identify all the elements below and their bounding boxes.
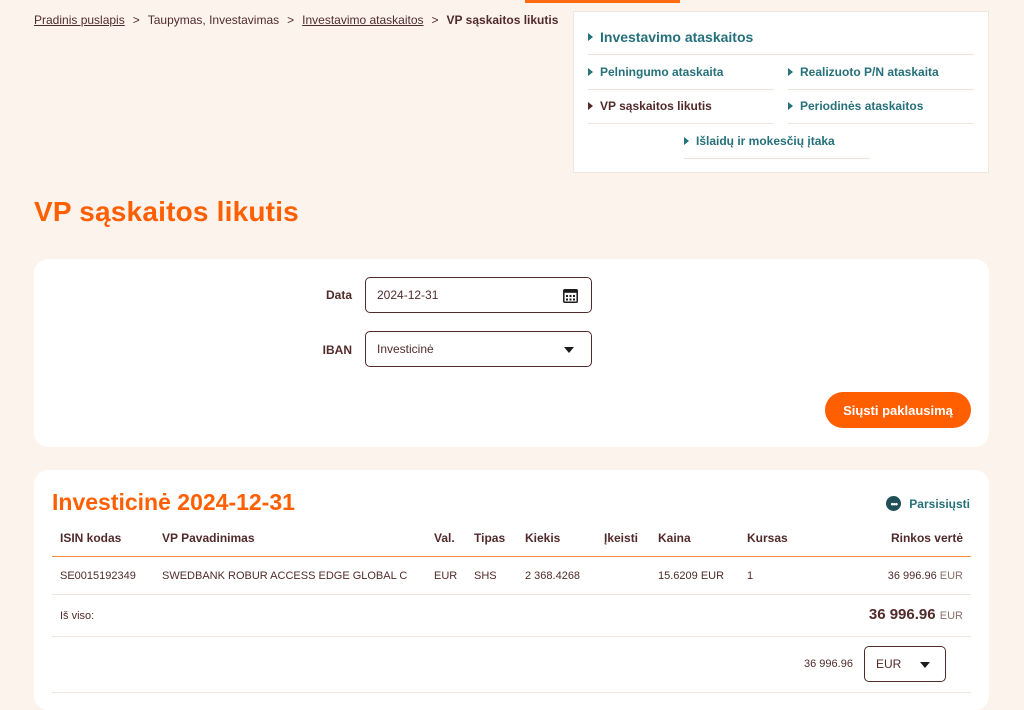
breadcrumb-separator-icon: > — [431, 13, 439, 27]
cell-isin: SE0015192349 — [60, 570, 136, 582]
nav-item-islaidu[interactable]: Išlaidų ir mokesčių įtaka — [684, 134, 835, 148]
download-label: Parsisiųsti — [909, 496, 970, 511]
results-card: Investicinė 2024-12-31 ••• Parsisiųsti I… — [34, 470, 989, 710]
date-value: 2024-12-31 — [377, 288, 439, 302]
table-header-divider — [52, 556, 971, 557]
iban-select[interactable]: Investicinė — [365, 331, 592, 367]
total-value: 36 996.96 EUR — [869, 606, 963, 623]
breadcrumb-separator-icon: > — [132, 13, 140, 27]
breadcrumb-reports-link[interactable]: Investavimo ataskaitos — [302, 13, 423, 27]
nav-item-periodines[interactable]: Periodinės ataskaitos — [788, 99, 923, 113]
breadcrumb-current: VP sąskaitos likutis — [446, 13, 559, 27]
row-divider — [52, 692, 971, 693]
nav-item-label: Periodinės ataskaitos — [800, 99, 924, 113]
nav-item-realizuoto[interactable]: Realizuoto P/N ataskaita — [788, 65, 939, 79]
market-value-amount: 36 996.96 — [887, 570, 937, 582]
row-divider — [52, 594, 971, 595]
date-label: Data — [325, 288, 352, 302]
nav-item-label: VP sąskaitos likutis — [600, 99, 712, 113]
iban-label: IBAN — [322, 343, 352, 357]
cell-name: SWEDBANK ROBUR ACCESS EDGE GLOBAL C — [162, 570, 408, 582]
nav-item-label: Realizuoto P/N ataskaita — [800, 65, 939, 79]
results-title: Investicinė 2024-12-31 — [52, 489, 295, 515]
cell-market-value: 36 996.96 EUR — [888, 570, 963, 582]
nav-heading-investavimo-ataskaitos[interactable]: Investavimo ataskaitos — [588, 29, 753, 45]
breadcrumb: Pradinis puslapis > Taupymas, Investavim… — [34, 13, 558, 27]
converted-total: 36 996.96 — [804, 658, 853, 670]
iban-value: Investicinė — [377, 342, 434, 356]
caret-down-icon — [564, 347, 574, 353]
col-header-quantity[interactable]: Kiekis — [525, 531, 560, 545]
triangle-right-icon — [588, 68, 593, 76]
top-nav-active-indicator — [525, 0, 680, 3]
triangle-right-icon — [788, 102, 793, 110]
col-header-pledged[interactable]: Įkeisti — [604, 531, 638, 545]
caret-down-icon — [920, 662, 930, 668]
col-header-isin[interactable]: ISIN kodas — [60, 531, 121, 545]
col-header-currency[interactable]: Val. — [434, 531, 455, 545]
more-dots-icon: ••• — [886, 496, 902, 511]
col-header-price[interactable]: Kaina — [658, 531, 691, 545]
market-value-unit: EUR — [939, 570, 963, 582]
triangle-right-icon — [684, 137, 689, 145]
divider — [788, 123, 974, 124]
triangle-right-icon — [588, 102, 593, 110]
col-header-type[interactable]: Tipas — [474, 531, 505, 545]
cell-rate: 1 — [747, 570, 754, 582]
query-form-card: Data 2024-12-31 IBAN Investicinė Siųsti … — [34, 259, 989, 447]
currency-select-value: EUR — [876, 657, 902, 671]
total-amount: 36 996.96 — [868, 606, 936, 623]
submit-button[interactable]: Siųsti paklausimą — [825, 392, 971, 428]
row-divider — [52, 636, 971, 637]
currency-select[interactable]: EUR — [864, 646, 946, 682]
nav-item-label: Išlaidų ir mokesčių įtaka — [696, 134, 835, 148]
divider — [588, 54, 974, 55]
cell-type: SHS — [474, 570, 497, 582]
col-header-name[interactable]: VP Pavadinimas — [162, 531, 255, 545]
nav-item-label: Pelningumo ataskaita — [600, 65, 724, 79]
download-link[interactable]: ••• Parsisiųsti — [886, 496, 970, 511]
col-header-rate[interactable]: Kursas — [747, 531, 788, 545]
nav-item-pelningumo[interactable]: Pelningumo ataskaita — [588, 65, 723, 79]
cell-quantity: 2 368.4268 — [525, 570, 581, 582]
calendar-icon[interactable] — [563, 288, 578, 303]
nav-heading-label: Investavimo ataskaitos — [600, 29, 754, 45]
breadcrumb-separator-icon: > — [287, 13, 295, 27]
date-input[interactable]: 2024-12-31 — [365, 277, 592, 313]
breadcrumb-home-link[interactable]: Pradinis puslapis — [34, 13, 125, 27]
nav-item-vp-saskaitos-likutis[interactable]: VP sąskaitos likutis — [588, 99, 712, 113]
divider — [684, 158, 870, 159]
total-label: Iš viso: — [60, 610, 95, 622]
total-unit: EUR — [939, 610, 963, 622]
reports-nav-panel: Investavimo ataskaitos Pelningumo ataska… — [573, 11, 989, 173]
cell-currency: EUR — [434, 570, 458, 582]
divider — [588, 123, 774, 124]
page-title: VP sąskaitos likutis — [34, 196, 299, 227]
triangle-right-icon — [788, 68, 793, 76]
divider — [588, 89, 774, 90]
breadcrumb-section: Taupymas, Investavimas — [147, 13, 280, 27]
divider — [788, 89, 974, 90]
cell-price: 15.6209 EUR — [658, 570, 725, 582]
triangle-right-icon — [588, 33, 593, 41]
col-header-market-value[interactable]: Rinkos vertė — [891, 531, 963, 545]
